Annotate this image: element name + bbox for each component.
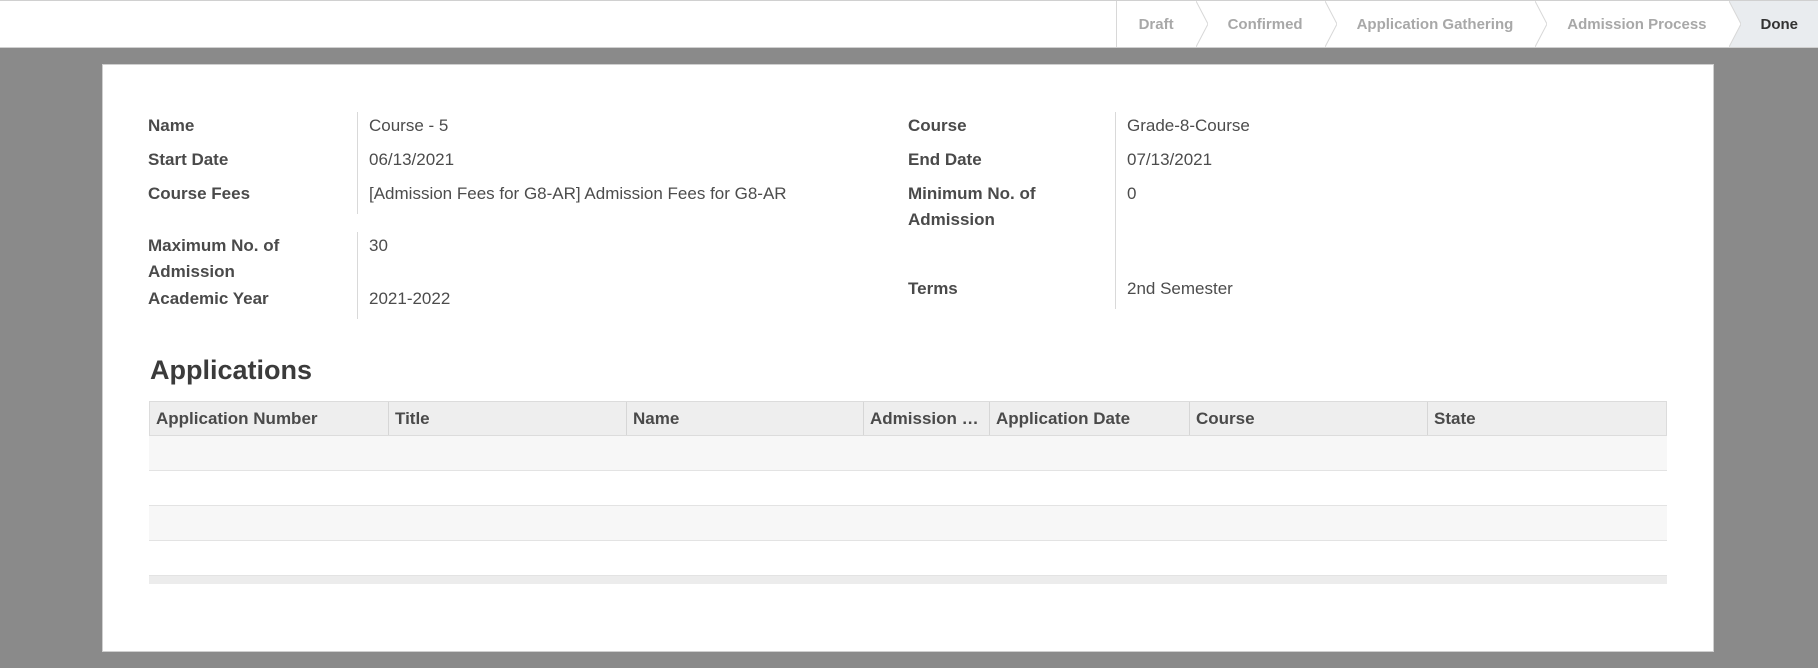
stage-label: Done	[1760, 15, 1799, 33]
field-label: Name	[148, 112, 358, 146]
field-value[interactable]: 07/13/2021	[1116, 146, 1212, 180]
field-label: End Date	[908, 146, 1116, 180]
left-field-group: Name Course - 5 Start Date 06/13/2021 Co…	[148, 112, 888, 319]
field-value[interactable]: 0	[1116, 180, 1136, 275]
field-label: Academic Year	[148, 285, 358, 319]
column-course[interactable]: Course	[1190, 402, 1428, 435]
field-value[interactable]: Course - 5	[358, 112, 448, 146]
table-row	[149, 506, 1667, 541]
column-admission[interactable]: Admission …	[864, 402, 990, 435]
field-course: Course Grade-8-Course	[908, 112, 1648, 146]
field-start-date: Start Date 06/13/2021	[148, 146, 888, 180]
column-application-date[interactable]: Application Date	[990, 402, 1190, 435]
stage-label: Application Gathering	[1356, 15, 1514, 33]
field-value[interactable]: Grade-8-Course	[1116, 112, 1250, 146]
field-terms: Terms 2nd Semester	[908, 275, 1648, 309]
form-sheet: Name Course - 5 Start Date 06/13/2021 Co…	[102, 64, 1714, 652]
chevron-right-icon	[1728, 1, 1741, 47]
column-application-number[interactable]: Application Number	[150, 402, 389, 435]
field-end-date: End Date 07/13/2021	[908, 146, 1648, 180]
field-minimum-admission: Minimum No. of Admission 0	[908, 180, 1648, 275]
field-value[interactable]: 2nd Semester	[1116, 275, 1233, 309]
field-label: Course	[908, 112, 1116, 146]
applications-table: Application Number Title Name Admission …	[149, 401, 1667, 584]
stage-admission-process[interactable]: Admission Process	[1535, 1, 1741, 47]
field-academic-year: Academic Year 2021-2022	[148, 285, 888, 319]
field-value[interactable]: 2021-2022	[358, 285, 450, 319]
stage-application-gathering[interactable]: Application Gathering	[1324, 1, 1548, 47]
field-value[interactable]: 30	[358, 232, 388, 285]
field-label: Course Fees	[148, 180, 358, 214]
column-title[interactable]: Title	[389, 402, 627, 435]
table-row	[149, 436, 1667, 471]
table-row	[149, 541, 1667, 576]
status-bar: Draft Confirmed Application Gathering Ad…	[1115, 1, 1818, 47]
chevron-right-icon	[1535, 1, 1548, 47]
field-maximum-admission: Maximum No. of Admission 30	[148, 232, 888, 285]
top-bar: Draft Confirmed Application Gathering Ad…	[0, 0, 1818, 48]
field-label: Terms	[908, 275, 1116, 309]
chevron-right-icon	[1195, 1, 1208, 47]
applications-heading: Applications	[150, 355, 313, 385]
stage-done[interactable]: Done	[1728, 1, 1818, 47]
field-label: Minimum No. of Admission	[908, 180, 1116, 275]
table-header: Application Number Title Name Admission …	[149, 401, 1667, 436]
stage-confirmed[interactable]: Confirmed	[1195, 1, 1337, 47]
stage-label: Admission Process	[1567, 15, 1707, 33]
stage-label: Confirmed	[1227, 15, 1303, 33]
field-value[interactable]: [Admission Fees for G8-AR] Admission Fee…	[358, 180, 787, 214]
stage-label: Draft	[1138, 15, 1174, 33]
table-row	[149, 471, 1667, 506]
column-name[interactable]: Name	[627, 402, 864, 435]
field-course-fees: Course Fees [Admission Fees for G8-AR] A…	[148, 180, 888, 214]
field-value[interactable]: 06/13/2021	[358, 146, 454, 180]
field-label: Start Date	[148, 146, 358, 180]
field-name: Name Course - 5	[148, 112, 888, 146]
column-state[interactable]: State	[1428, 402, 1666, 435]
right-field-group: Course Grade-8-Course End Date 07/13/202…	[908, 112, 1648, 309]
table-footer	[149, 576, 1667, 584]
field-label: Maximum No. of Admission	[148, 232, 358, 285]
stage-draft[interactable]: Draft	[1115, 1, 1208, 47]
chevron-right-icon	[1324, 1, 1337, 47]
